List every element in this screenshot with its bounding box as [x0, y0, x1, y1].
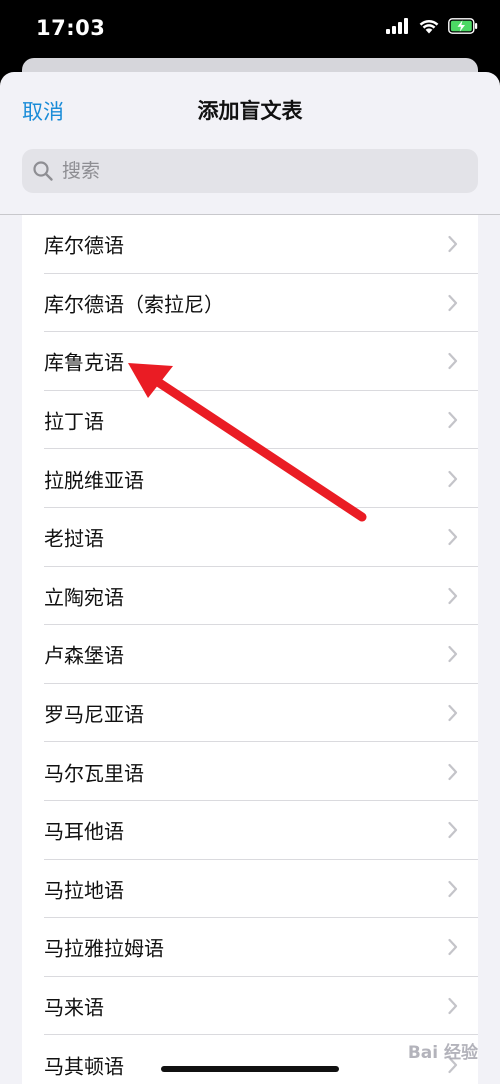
status-bar: 17:03 — [0, 0, 500, 60]
chevron-right-icon — [448, 939, 458, 956]
phone-screen: 17:03 取消 添加盲文表 搜索 库尔德语 库尔德语（索拉尼） 库鲁克语 拉丁… — [0, 0, 500, 1084]
list-item-label: 马拉地语 — [44, 878, 124, 903]
list-item[interactable]: 马来语 — [22, 977, 478, 1036]
list-item[interactable]: 库尔德语 — [22, 215, 478, 274]
list-item-label: 罗马尼亚语 — [44, 702, 144, 727]
battery-charging-icon — [448, 18, 478, 34]
chevron-right-icon — [448, 880, 458, 897]
list-item-label: 拉丁语 — [44, 409, 104, 434]
list-item-label: 马拉雅拉姆语 — [44, 936, 164, 961]
list-item-label: 拉脱维亚语 — [44, 468, 144, 493]
wifi-icon — [419, 19, 439, 34]
chevron-right-icon — [448, 646, 458, 663]
search-bar[interactable] — [22, 149, 478, 193]
list-item[interactable]: 马尔瓦里语 — [22, 742, 478, 801]
chevron-right-icon — [448, 353, 458, 370]
list-item[interactable]: 罗马尼亚语 — [22, 684, 478, 743]
chevron-right-icon — [448, 294, 458, 311]
page-title: 添加盲文表 — [197, 99, 303, 123]
list-item[interactable]: 拉丁语 — [22, 391, 478, 450]
list-item[interactable]: 马拉地语 — [22, 860, 478, 919]
chevron-right-icon — [448, 470, 458, 487]
list-item-label: 库鲁克语 — [44, 350, 124, 375]
status-time: 17:03 — [36, 16, 106, 40]
list-item[interactable]: 立陶宛语 — [22, 567, 478, 626]
list-item-label: 马耳他语 — [44, 819, 124, 844]
search-input[interactable] — [60, 159, 444, 183]
watermark-text: Bai 经验 — [407, 1043, 478, 1063]
chevron-right-icon — [448, 529, 458, 546]
list-item-label: 立陶宛语 — [44, 585, 124, 610]
chevron-right-icon — [448, 411, 458, 429]
list-item-label: 马其顿语 — [44, 1054, 124, 1079]
chevron-right-icon — [448, 236, 458, 253]
status-icons — [386, 18, 478, 34]
home-indicator[interactable] — [161, 1066, 339, 1072]
cellular-signal-icon — [386, 18, 408, 34]
chevron-right-icon — [448, 704, 458, 722]
list-item-label: 卢森堡语 — [44, 643, 124, 668]
list-item[interactable]: 马拉雅拉姆语 — [22, 918, 478, 977]
list-item-label: 库尔德语 — [44, 233, 124, 258]
list-item[interactable]: 库尔德语（索拉尼） — [22, 274, 478, 333]
list-item[interactable]: 拉脱维亚语 — [22, 449, 478, 508]
navigation-bar: 取消 添加盲文表 — [0, 72, 500, 148]
chevron-right-icon — [448, 822, 458, 839]
list-item[interactable]: 老挝语 — [22, 508, 478, 567]
braille-language-list: 库尔德语库尔德语（索拉尼） 库鲁克语拉丁语拉脱维亚语老挝语立陶宛语卢森堡语罗马尼亚… — [22, 215, 478, 1084]
list-item[interactable]: 卢森堡语 — [22, 625, 478, 684]
chevron-right-icon — [448, 587, 458, 604]
add-braille-table-sheet: 取消 添加盲文表 库尔德语库尔德语（索拉尼） 库鲁克语拉丁语拉脱维亚语老挝语立陶宛… — [0, 72, 500, 1084]
baidu-watermark: Bai 经验 — [408, 1038, 478, 1063]
list-item[interactable]: 马耳他语 — [22, 801, 478, 860]
magnifier-icon — [33, 161, 53, 181]
chevron-right-icon — [448, 763, 458, 780]
list-item-label: 库尔德语（索拉尼） — [44, 292, 224, 317]
list-item[interactable]: 库鲁克语 — [22, 332, 478, 391]
list-item-label: 马尔瓦里语 — [44, 761, 144, 786]
list-item-label: 马来语 — [44, 995, 104, 1020]
list-item-label: 老挝语 — [44, 526, 104, 551]
chevron-right-icon — [448, 997, 458, 1015]
